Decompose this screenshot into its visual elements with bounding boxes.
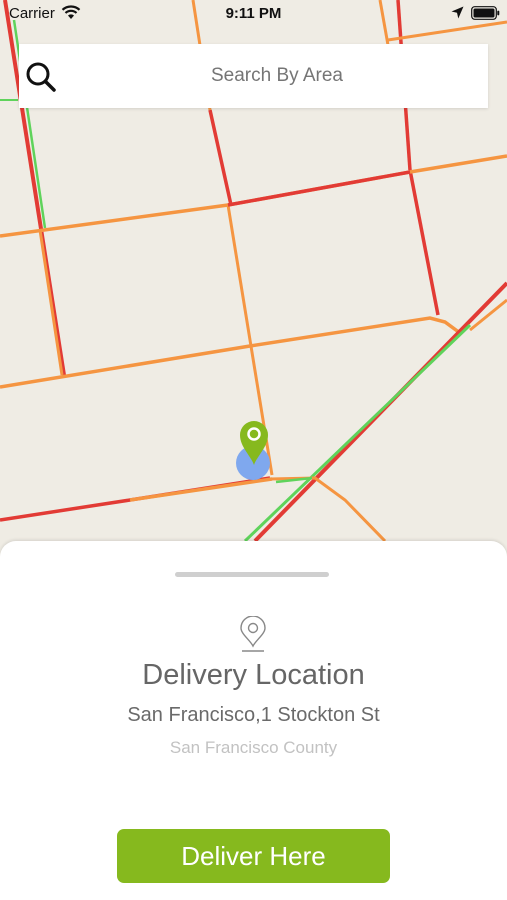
search-input[interactable] [67, 44, 487, 108]
deliver-here-button[interactable]: Deliver Here [117, 829, 390, 883]
search-icon[interactable] [25, 61, 57, 93]
drag-handle[interactable] [175, 572, 329, 577]
delivery-location-title: Delivery Location [142, 659, 365, 691]
status-bar: Carrier 9:11 PM [0, 0, 507, 28]
location-arrow-icon [451, 6, 464, 19]
map-pin-icon[interactable] [238, 420, 270, 466]
search-bar[interactable] [19, 44, 488, 108]
status-time: 9:11 PM [225, 5, 282, 22]
delivery-address: San Francisco,1 Stockton St [127, 704, 380, 726]
delivery-location-card: Delivery Location San Francisco,1 Stockt… [0, 541, 507, 900]
battery-icon [471, 6, 500, 20]
delivery-county: San Francisco County [169, 738, 338, 757]
location-pin-outline-icon [240, 616, 266, 652]
